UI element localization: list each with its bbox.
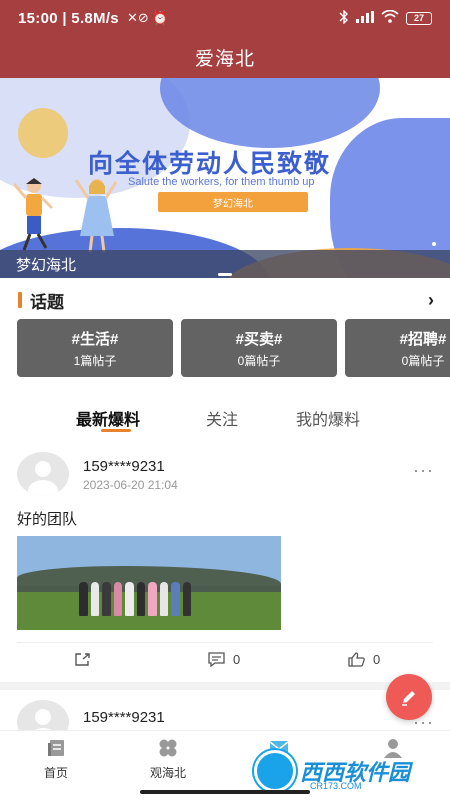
post-image[interactable]	[17, 536, 281, 630]
like-count: 0	[373, 652, 381, 667]
avatar[interactable]	[17, 452, 69, 496]
post-actions: 0 0	[0, 652, 450, 672]
divider	[17, 642, 433, 643]
banner-figure-man	[14, 178, 54, 251]
nav-explore-label: 观海北	[149, 766, 186, 780]
topic-count: 0篇帖子	[401, 353, 445, 368]
post-time: 2023-06-20 21:04	[83, 478, 178, 492]
topic-card-jobs[interactable]: #招聘# 0篇帖子	[345, 319, 450, 377]
post-card[interactable]: 159****9231 ···	[0, 700, 450, 744]
topic-card-trade[interactable]: #买卖# 0篇帖子	[181, 319, 337, 377]
active-tab-indicator	[101, 429, 131, 432]
topic-name: #招聘#	[399, 330, 447, 348]
topic-name: #生活#	[71, 330, 119, 348]
home-icon	[48, 740, 64, 756]
more-options-icon[interactable]: ···	[413, 460, 434, 481]
post-username[interactable]: 159****9231	[83, 458, 165, 475]
grid-icon	[159, 739, 177, 757]
topic-name: #买卖#	[235, 330, 283, 348]
topics-title: 话题	[30, 292, 64, 312]
post-card[interactable]: 159****9231 2023-06-20 21:04 ··· 好的团队 0	[0, 452, 450, 688]
banner-button[interactable]: 梦幻海北	[158, 192, 308, 212]
post-text: 好的团队	[17, 511, 78, 528]
nav-home[interactable]: 首页	[21, 737, 91, 781]
photo-person	[113, 582, 122, 616]
like-button[interactable]: 0	[348, 652, 380, 667]
photo-person	[102, 582, 111, 616]
feed-tabs: 最新爆料 关注 我的爆料	[0, 400, 450, 436]
banner-decoration	[18, 108, 68, 158]
photo-person	[136, 582, 145, 616]
pencil-icon	[402, 691, 415, 706]
battery-icon: 27	[406, 11, 432, 25]
chevron-right-icon[interactable]: ›	[428, 290, 434, 311]
banner-title: 向全体劳动人民致敬	[88, 150, 332, 178]
nav-home-label: 首页	[43, 766, 68, 780]
post-separator	[0, 682, 450, 690]
carousel-indicator	[218, 273, 232, 276]
tab-my-posts[interactable]: 我的爆料	[296, 402, 360, 434]
app-header: 爱海北	[0, 36, 450, 78]
topics-list[interactable]: #生活# 1篇帖子 #买卖# 0篇帖子 #招聘# 0篇帖子	[17, 319, 450, 377]
watermark-icon	[254, 750, 296, 792]
photo-person	[79, 582, 88, 616]
banner-subtitle: Salute the workers, for them thumb up	[128, 176, 315, 188]
tab-following[interactable]: 关注	[206, 402, 238, 434]
topic-card-life[interactable]: #生活# 1篇帖子	[17, 319, 173, 377]
photo-people	[79, 576, 191, 616]
watermark-logo: 西西软件园 CR173.COM	[254, 748, 442, 794]
status-icons: ✕⊘ ⏰	[126, 10, 169, 25]
signal-icon	[356, 10, 374, 26]
watermark-subtext: CR173.COM	[310, 781, 362, 791]
banner-carousel[interactable]: 向全体劳动人民致敬 Salute the workers, for them t…	[0, 78, 450, 278]
status-time-speed: 15:00 | 5.8M/s	[18, 9, 119, 27]
photo-person	[90, 582, 99, 616]
share-icon	[75, 653, 90, 666]
banner-decoration	[160, 78, 380, 148]
status-bar: 15:00 | 5.8M/s ✕⊘ ⏰ 27	[0, 0, 450, 36]
photo-person	[159, 582, 168, 616]
photo-person	[148, 582, 157, 616]
photo-person	[182, 582, 191, 616]
bluetooth-icon	[339, 8, 349, 27]
thumb-up-icon	[348, 652, 365, 667]
photo-person	[125, 582, 134, 616]
home-indicator[interactable]	[140, 790, 310, 794]
post-username[interactable]: 159****9231	[83, 709, 165, 726]
carousel-indicator-dot	[432, 242, 436, 246]
comment-icon	[208, 652, 225, 667]
photo-person	[171, 582, 180, 616]
page-title: 爱海北	[194, 48, 255, 70]
banner-figure-woman	[74, 179, 118, 253]
topic-count: 1篇帖子	[73, 353, 117, 368]
topics-header: 话题 ›	[0, 288, 450, 312]
wifi-icon	[381, 9, 399, 26]
comment-count: 0	[233, 652, 241, 667]
nav-explore[interactable]: 观海北	[133, 737, 203, 781]
topic-count: 0篇帖子	[237, 353, 281, 368]
share-button[interactable]	[74, 652, 91, 667]
new-post-button[interactable]	[386, 674, 432, 720]
status-right: 27	[339, 8, 432, 27]
comment-button[interactable]: 0	[208, 652, 240, 667]
section-marker	[18, 292, 22, 308]
